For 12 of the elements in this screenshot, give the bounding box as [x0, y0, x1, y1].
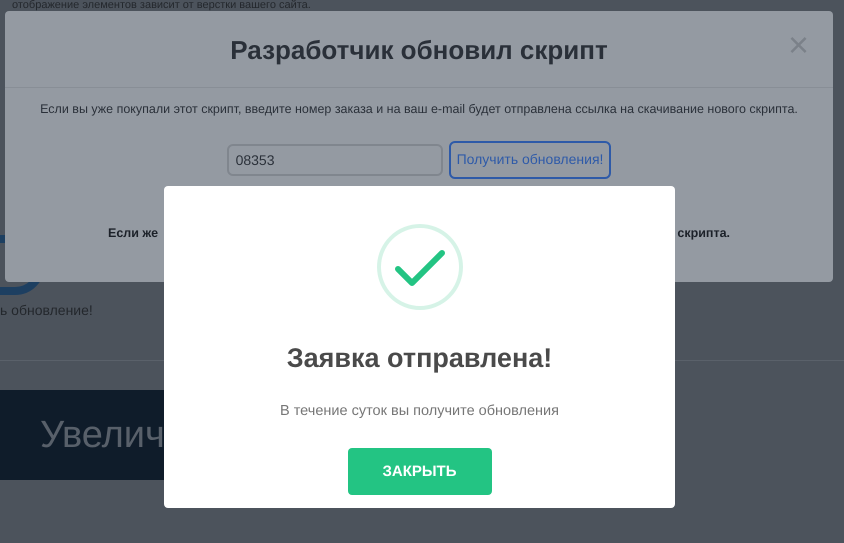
dialog-description: Если вы уже покупали этот скрипт, введите номер заказа и на ваш e-mail будет отправлена ссылка на скачивание нового скрипта. [40, 101, 798, 118]
get-updates-button[interactable]: Получить обновления! [448, 140, 612, 179]
close-dialog-button[interactable]: ЗАКРЫТЬ [348, 448, 492, 496]
dialog-title: Разработчик обновил скрипт [230, 34, 608, 66]
order-number-field[interactable]: 08353 [226, 144, 443, 176]
close-button[interactable]: × [788, 25, 809, 65]
success-title: Заявка отправлена! [286, 342, 552, 375]
banner-text: Увелич [40, 412, 165, 458]
notice-text: Если же [108, 224, 158, 242]
notice-text: скрипта. [677, 224, 730, 242]
success-check-icon [376, 223, 464, 311]
success-message: В течение суток вы получите обновления [280, 402, 559, 420]
